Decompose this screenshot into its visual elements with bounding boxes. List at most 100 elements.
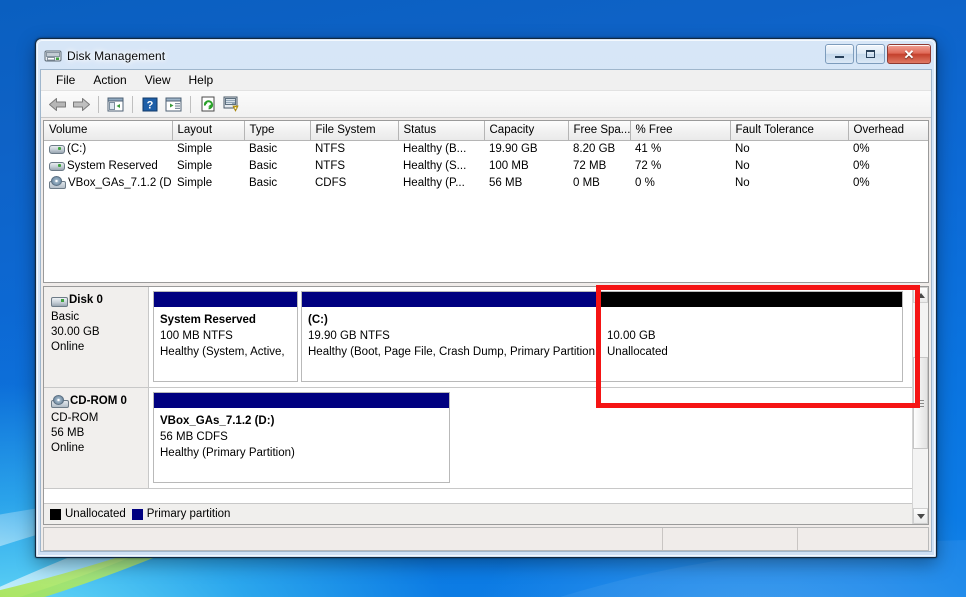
caption-buttons: ✕ bbox=[825, 44, 931, 64]
menu-action[interactable]: Action bbox=[84, 71, 135, 89]
volume-file-system: CDFS bbox=[315, 176, 347, 189]
scrollbar-track[interactable] bbox=[913, 303, 928, 508]
volume-overhead: 0% bbox=[853, 159, 870, 172]
maximize-icon bbox=[866, 50, 875, 58]
menu-view[interactable]: View bbox=[136, 71, 180, 89]
partition-size-fs: 19.90 GB NTFS bbox=[308, 330, 390, 342]
graphical-view-scrollbar[interactable] bbox=[912, 287, 928, 524]
status-pane-3 bbox=[798, 528, 928, 550]
partition-title: System Reserved bbox=[160, 314, 256, 326]
volume-status: Healthy (S... bbox=[403, 159, 467, 172]
volume-overhead: 0% bbox=[853, 142, 870, 155]
graphical-view-scroll-content: Disk 0 Basic 30.00 GB Online System Rese… bbox=[44, 287, 928, 503]
unallocated-swatch bbox=[50, 508, 61, 520]
column-header-file-system[interactable]: File System bbox=[310, 121, 399, 141]
partition-vbox-guest-additions[interactable]: VBox_GAs_7.1.2 (D:) 56 MB CDFS Healthy (… bbox=[153, 392, 450, 483]
toolbar-separator-3 bbox=[190, 95, 191, 113]
volume-type: Basic bbox=[249, 142, 278, 155]
menu-bar: File Action View Help bbox=[41, 70, 931, 91]
volume-name: VBox_GAs_7.1.2 (D:) bbox=[68, 176, 172, 189]
partition-status: Healthy (Boot, Page File, Crash Dump, Pr… bbox=[308, 346, 595, 358]
disk-type: Basic bbox=[51, 311, 80, 323]
disk-name: CD-ROM 0 bbox=[70, 395, 127, 407]
table-row[interactable]: System Reserved Simple Basic NTFS Health… bbox=[44, 157, 928, 174]
status-bar bbox=[43, 527, 929, 551]
volume-fault-tolerance: No bbox=[735, 176, 750, 189]
partition-size: 10.00 GB bbox=[607, 330, 656, 342]
volume-name: (C:) bbox=[67, 142, 87, 155]
minimize-button[interactable] bbox=[825, 44, 854, 64]
partition-status: Healthy (Primary Partition) bbox=[160, 447, 295, 459]
scrollbar-thumb[interactable] bbox=[913, 357, 928, 449]
column-header-status[interactable]: Status bbox=[398, 121, 485, 141]
scroll-down-button[interactable] bbox=[913, 508, 928, 524]
title-bar[interactable]: Disk Management ✕ bbox=[40, 43, 932, 69]
partition-bar-primary bbox=[302, 292, 596, 307]
disk-management-window: Disk Management ✕ File Action View Help bbox=[35, 38, 937, 558]
cdrom0-partition-area: VBox_GAs_7.1.2 (D:) 56 MB CDFS Healthy (… bbox=[149, 388, 928, 488]
show-hide-console-tree-icon[interactable] bbox=[104, 93, 127, 115]
volume-list[interactable]: Volume Layout Type File System Status Ca… bbox=[43, 120, 929, 283]
column-header-volume[interactable]: Volume bbox=[44, 121, 173, 141]
volume-layout: Simple bbox=[177, 142, 213, 155]
chevron-up-icon bbox=[916, 292, 925, 298]
hard-disk-icon bbox=[49, 160, 65, 171]
volume-status: Healthy (P... bbox=[403, 176, 465, 189]
refresh-icon[interactable] bbox=[196, 93, 219, 115]
disk-type: CD-ROM bbox=[51, 412, 99, 424]
disk-name: Disk 0 bbox=[69, 294, 103, 306]
column-header-layout[interactable]: Layout bbox=[172, 121, 245, 141]
partition-title: VBox_GAs_7.1.2 (D:) bbox=[160, 415, 275, 427]
status-pane-2 bbox=[663, 528, 798, 550]
table-row[interactable]: VBox_GAs_7.1.2 (D:) Simple Basic CDFS He… bbox=[44, 174, 928, 191]
disk-row-disk0[interactable]: Disk 0 Basic 30.00 GB Online System Rese… bbox=[44, 287, 928, 388]
scroll-up-button[interactable] bbox=[913, 287, 928, 303]
volume-capacity: 19.90 GB bbox=[489, 142, 538, 155]
volume-type: Basic bbox=[249, 176, 278, 189]
disk-size: 30.00 GB bbox=[51, 326, 100, 338]
partition-unallocated[interactable]: 10.00 GB Unallocated bbox=[600, 291, 903, 382]
status-pane-main bbox=[44, 528, 663, 550]
legend-label: Unallocated bbox=[65, 508, 126, 520]
menu-file[interactable]: File bbox=[47, 71, 84, 89]
disk-icon bbox=[51, 295, 68, 307]
volume-overhead: 0% bbox=[853, 176, 870, 189]
volume-layout: Simple bbox=[177, 159, 213, 172]
disk-info-cdrom0: CD-ROM 0 CD-ROM 56 MB Online bbox=[44, 388, 149, 488]
partition-c-drive[interactable]: (C:) 19.90 GB NTFS Healthy (Boot, Page F… bbox=[301, 291, 597, 382]
column-header-percent-free[interactable]: % Free bbox=[630, 121, 731, 141]
volume-free-space: 0 MB bbox=[573, 176, 600, 189]
help-icon[interactable]: ? bbox=[138, 93, 161, 115]
legend: Unallocated Primary partition bbox=[44, 503, 928, 524]
properties-icon[interactable] bbox=[162, 93, 185, 115]
disk0-partition-area: System Reserved 100 MB NTFS Healthy (Sys… bbox=[149, 287, 928, 387]
volume-percent-free: 0 % bbox=[635, 176, 655, 189]
rescan-disks-icon[interactable] bbox=[220, 93, 243, 115]
column-header-overhead[interactable]: Overhead bbox=[848, 121, 928, 141]
svg-text:?: ? bbox=[146, 99, 153, 111]
table-row[interactable]: (C:) Simple Basic NTFS Healthy (B... 19.… bbox=[44, 140, 928, 157]
partition-status: Healthy (System, Active, bbox=[160, 346, 285, 358]
disk-management-icon bbox=[44, 48, 62, 64]
window-title: Disk Management bbox=[67, 49, 166, 63]
volume-capacity: 100 MB bbox=[489, 159, 529, 172]
cd-rom-icon bbox=[49, 176, 66, 189]
graphical-view: Disk 0 Basic 30.00 GB Online System Rese… bbox=[43, 286, 929, 525]
disk-size: 56 MB bbox=[51, 427, 85, 439]
primary-partition-swatch bbox=[131, 508, 143, 520]
close-button[interactable]: ✕ bbox=[887, 44, 931, 64]
back-arrow-icon[interactable] bbox=[46, 93, 69, 115]
volume-fault-tolerance: No bbox=[735, 159, 750, 172]
column-header-type[interactable]: Type bbox=[244, 121, 311, 141]
toolbar-separator-2 bbox=[132, 95, 133, 113]
menu-help[interactable]: Help bbox=[180, 71, 223, 89]
column-header-capacity[interactable]: Capacity bbox=[484, 121, 569, 141]
disk-row-cdrom0[interactable]: CD-ROM 0 CD-ROM 56 MB Online VBox_GAs_7.… bbox=[44, 388, 928, 489]
column-header-fault-tolerance[interactable]: Fault Tolerance bbox=[730, 121, 849, 141]
forward-arrow-icon[interactable] bbox=[70, 93, 93, 115]
partition-system-reserved[interactable]: System Reserved 100 MB NTFS Healthy (Sys… bbox=[153, 291, 298, 382]
chevron-down-icon bbox=[916, 513, 925, 519]
maximize-button[interactable] bbox=[856, 44, 885, 64]
legend-item-primary-partition: Primary partition bbox=[131, 508, 230, 520]
column-header-free-space[interactable]: Free Spa... bbox=[568, 121, 631, 141]
